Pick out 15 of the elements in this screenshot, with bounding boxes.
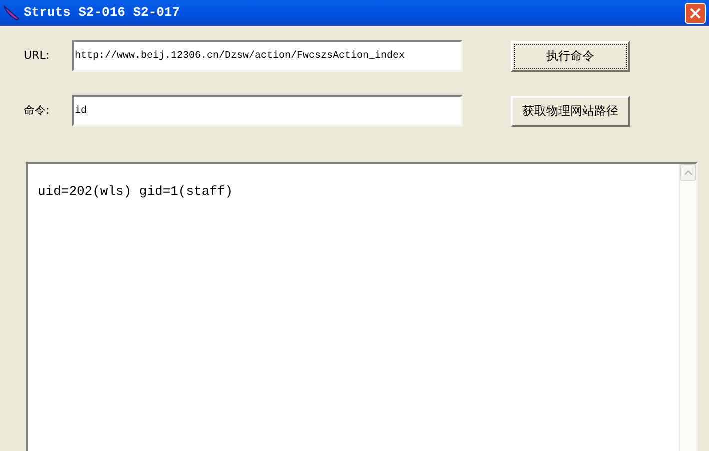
command-button[interactable]: 获取物理网站路径 (511, 96, 630, 126)
command-button[interactable]: 执行命令 (511, 40, 630, 72)
output-text: uid=202(wls) gid=1(staff) (38, 184, 234, 199)
text-field[interactable]: id (72, 95, 463, 127)
field-label: 命令: (24, 102, 51, 119)
window-title: Struts S2-016 S2-017 (24, 4, 180, 22)
close-button[interactable] (685, 2, 706, 24)
text-field[interactable]: http://www.beij.12306.cn/Dzsw/action/FwcszsAction_index (72, 40, 463, 72)
scroll-up-button[interactable] (680, 164, 696, 181)
caret-up-icon (684, 170, 692, 174)
field-label: URL: (24, 48, 51, 64)
scrollbar[interactable] (679, 164, 696, 451)
feather-icon (3, 5, 21, 21)
close-icon (690, 8, 701, 18)
output-area[interactable]: uid=202(wls) gid=1(staff) (26, 162, 698, 451)
